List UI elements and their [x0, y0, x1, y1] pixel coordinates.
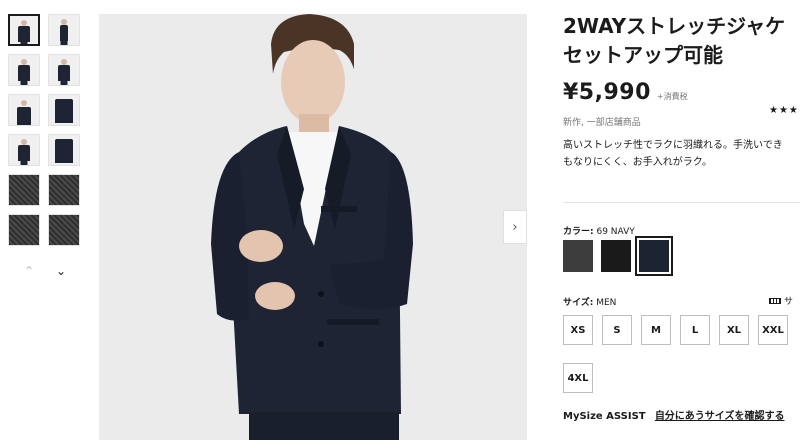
model-illustration	[211, 14, 413, 440]
product-tags: 新作, 一部店舗商品	[563, 118, 641, 128]
product-description: 高いストレッチ性でラクに羽織れる。手洗いでき もなりにくく、お手入れがラク。	[563, 137, 800, 171]
size-selected-value: MEN	[596, 298, 617, 308]
model-trousers	[249, 412, 399, 440]
thumbnail-9[interactable]	[8, 174, 40, 206]
mysize-label: MySize ASSIST	[563, 411, 646, 422]
description-line2: もなりにくく、お手入れがラク。	[563, 157, 712, 168]
model-hand	[255, 282, 295, 310]
thumb-figure	[55, 139, 73, 163]
size-guide-label: サ	[784, 297, 794, 307]
thumbnail-4[interactable]	[48, 54, 80, 86]
divider	[563, 202, 800, 203]
model-button	[318, 341, 324, 347]
thumbnail-2[interactable]	[48, 14, 80, 46]
color-swatches	[563, 236, 673, 276]
thumbnail-7[interactable]	[8, 134, 40, 166]
mysize-assist: MySize ASSIST 自分にあうサイズを確認する	[563, 407, 785, 422]
thumbnail-11[interactable]	[8, 214, 40, 246]
size-option-l[interactable]: L	[680, 315, 710, 345]
thumbnail-5[interactable]	[8, 94, 40, 126]
model-face	[281, 40, 345, 124]
thumbnail-10[interactable]	[48, 174, 80, 206]
ruler-icon	[769, 297, 781, 304]
fabric-texture	[9, 175, 39, 205]
fabric-texture	[9, 215, 39, 245]
model-button	[318, 291, 324, 297]
tax-note: +消費税	[656, 92, 688, 101]
main-product-image: ›	[99, 14, 527, 440]
rating-stars[interactable]: ★★★	[769, 105, 799, 116]
size-label: サイズ:	[563, 298, 594, 308]
thumbnail-3[interactable]	[8, 54, 40, 86]
thumb-figure	[20, 79, 28, 85]
model-hand	[239, 230, 283, 262]
fabric-texture	[49, 215, 79, 245]
thumbnail-6[interactable]	[48, 94, 80, 126]
thumb-figure	[20, 159, 28, 165]
price-row: ¥5,990 +消費税	[563, 80, 800, 105]
thumb-figure	[17, 107, 31, 125]
size-options: XS S M L XL XXL 4XL	[563, 315, 800, 393]
chevron-up-icon[interactable]: ⌃	[22, 264, 36, 278]
fabric-texture	[49, 175, 79, 205]
color-swatch-black[interactable]	[601, 240, 631, 272]
color-swatch-gray[interactable]	[563, 240, 593, 272]
thumb-figure	[21, 100, 27, 106]
product-details: 2WAYストレッチジャケ セットアップ可能 ¥5,990 +消費税 ★★★ 新作…	[563, 12, 800, 448]
thumb-figure	[55, 99, 73, 123]
product-title: 2WAYストレッチジャケ セットアップ可能	[563, 12, 800, 70]
size-option-xs[interactable]: XS	[563, 315, 593, 345]
thumbnail-8[interactable]	[48, 134, 80, 166]
thumbnail-12[interactable]	[48, 214, 80, 246]
thumbnail-column: ⌃ ⌄	[8, 14, 82, 278]
size-option-m[interactable]: M	[641, 315, 671, 345]
size-label-row: サイズ: MEN	[563, 295, 616, 308]
thumbnail-1[interactable]	[8, 14, 40, 46]
thumbnail-grid	[8, 14, 82, 246]
product-title-line2: セットアップ可能	[563, 43, 723, 67]
size-option-xxl[interactable]: XXL	[758, 315, 788, 345]
color-selected-value: 69 NAVY	[596, 227, 635, 237]
thumb-figure	[60, 39, 68, 45]
model-pocket	[321, 206, 357, 212]
chevron-down-icon[interactable]: ⌄	[54, 264, 68, 278]
model-pocket	[327, 319, 379, 325]
size-option-xl[interactable]: XL	[719, 315, 749, 345]
chevron-right-icon[interactable]: ›	[503, 210, 527, 244]
color-label: カラー:	[563, 227, 594, 237]
size-guide-link[interactable]: サ	[769, 294, 793, 307]
color-swatch-navy[interactable]	[635, 236, 673, 276]
size-option-s[interactable]: S	[602, 315, 632, 345]
color-label-row: カラー: 69 NAVY	[563, 224, 635, 237]
product-price: ¥5,990	[563, 80, 651, 105]
thumbnail-nav: ⌃ ⌄	[8, 264, 82, 278]
size-option-4xl[interactable]: 4XL	[563, 363, 593, 393]
description-line1: 高いストレッチ性でラクに羽織れる。手洗いでき	[563, 140, 783, 151]
thumb-figure	[60, 79, 68, 85]
product-title-line1: 2WAYストレッチジャケ	[563, 14, 786, 38]
thumb-figure	[20, 40, 28, 44]
mysize-link[interactable]: 自分にあうサイズを確認する	[655, 411, 785, 422]
